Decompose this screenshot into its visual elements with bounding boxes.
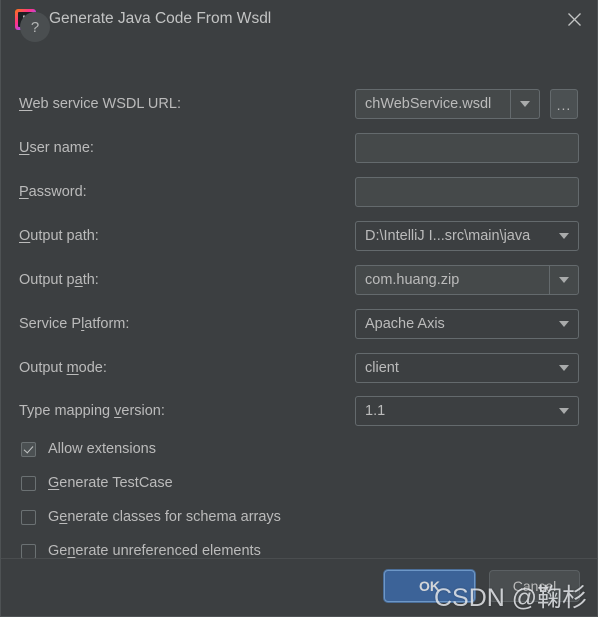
type-mapping-version-combo[interactable]: 1.1	[355, 396, 579, 426]
password-input[interactable]	[355, 177, 579, 207]
chevron-down-icon[interactable]	[550, 222, 578, 250]
chevron-down-icon[interactable]	[550, 397, 578, 425]
wsdl-url-value: chWebService.wsdl	[365, 96, 492, 112]
output-mode-value: client	[365, 360, 399, 376]
checkbox-indicator[interactable]	[21, 543, 36, 559]
type-mapping-version-value: 1.1	[365, 403, 386, 419]
chevron-down-icon[interactable]	[549, 266, 578, 294]
label-output-path-dir: Output path:	[19, 228, 99, 244]
form-row-output-mode: Output mode: client	[1, 353, 597, 383]
close-icon[interactable]	[551, 0, 597, 38]
checkbox-generate-classes-for-schema-arrays[interactable]: Generate classes for schema arrays	[21, 509, 281, 525]
checkbox-generate-testcase[interactable]: Generate TestCase	[21, 475, 173, 491]
label-output-path-pkg: Output path:	[19, 272, 99, 288]
checkbox-indicator[interactable]	[21, 509, 36, 525]
checkbox-label: Generate unreferenced elements	[48, 543, 261, 559]
user-name-input[interactable]	[355, 133, 579, 163]
output-path-pkg-value: com.huang.zip	[365, 272, 460, 288]
dialog-titlebar: IJ Generate Java Code From Wsdl	[1, 0, 597, 39]
ok-button[interactable]: OK	[384, 570, 475, 602]
checkbox-generate-unreferenced-elements[interactable]: Generate unreferenced elements	[21, 543, 261, 559]
form-row-type-mapping-version: Type mapping version: 1.1	[1, 396, 597, 426]
chevron-down-icon[interactable]	[550, 354, 578, 382]
wsdl-url-combo[interactable]: chWebService.wsdl	[355, 89, 540, 119]
cancel-button[interactable]: Cancel	[489, 570, 580, 602]
checkbox-label: Allow extensions	[48, 441, 156, 457]
chevron-down-icon[interactable]	[510, 90, 539, 118]
dialog-title: Generate Java Code From Wsdl	[49, 10, 272, 27]
form-row-service-platform: Service Platform: Apache Axis	[1, 309, 597, 339]
form-row-wsdl-url: Web service WSDL URL: chWebService.wsdl …	[1, 89, 597, 119]
checkbox-label: Generate TestCase	[48, 475, 173, 491]
output-path-pkg-combo[interactable]: com.huang.zip	[355, 265, 579, 295]
output-path-dir-value: D:\IntelliJ I...src\main\java	[365, 228, 531, 244]
generate-java-code-dialog: IJ Generate Java Code From Wsdl Web serv…	[0, 0, 598, 617]
chevron-down-icon[interactable]	[550, 310, 578, 338]
label-output-mode: Output mode:	[19, 360, 107, 376]
checkbox-indicator[interactable]	[21, 475, 36, 491]
form-row-password: Password:	[1, 177, 597, 207]
form-row-output-path-pkg: Output path: com.huang.zip	[1, 265, 597, 295]
service-platform-combo[interactable]: Apache Axis	[355, 309, 579, 339]
checkbox-allow-extensions[interactable]: Allow extensions	[21, 441, 156, 457]
browse-button[interactable]: ...	[550, 89, 578, 119]
help-button[interactable]: ?	[20, 12, 50, 42]
label-service-platform: Service Platform:	[19, 316, 130, 332]
service-platform-value: Apache Axis	[365, 316, 445, 332]
label-wsdl-url: Web service WSDL URL:	[19, 96, 181, 112]
label-type-mapping-version: Type mapping version:	[19, 403, 165, 419]
label-password: Password:	[19, 184, 87, 200]
form-row-output-path-dir: Output path: D:\IntelliJ I...src\main\ja…	[1, 221, 597, 251]
checkbox-label: Generate classes for schema arrays	[48, 509, 281, 525]
form-row-user-name: User name:	[1, 133, 597, 163]
label-user-name: User name:	[19, 140, 94, 156]
output-path-dir-combo[interactable]: D:\IntelliJ I...src\main\java	[355, 221, 579, 251]
checkbox-indicator[interactable]	[21, 441, 36, 457]
output-mode-combo[interactable]: client	[355, 353, 579, 383]
